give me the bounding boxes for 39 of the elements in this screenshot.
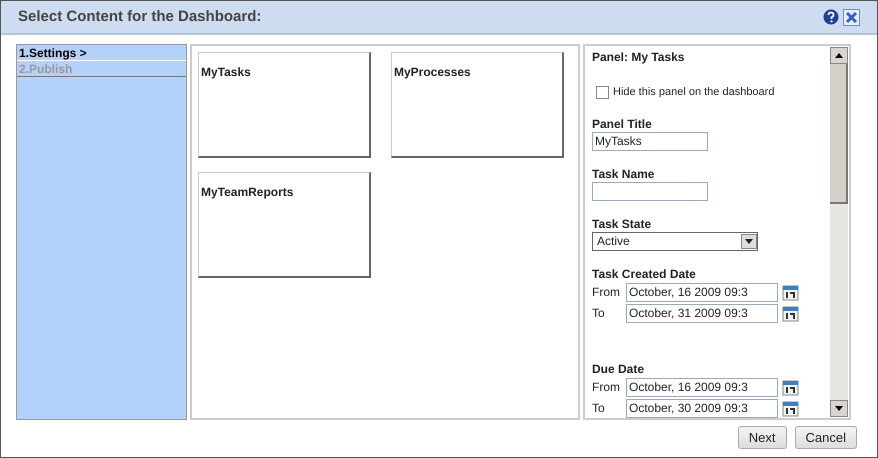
- calendar-icon[interactable]: [782, 400, 799, 416]
- panel-title: MyTeamReports: [201, 185, 294, 199]
- panel-card[interactable]: MyTasks: [198, 52, 371, 158]
- step-item[interactable]: 1.Settings >: [17, 45, 186, 61]
- field-label: Due Date: [592, 362, 646, 376]
- date-field[interactable]: October, 16 2009 09:3: [626, 282, 778, 302]
- field-label: Task Created Date: [592, 266, 697, 282]
- calendar-icon[interactable]: [782, 304, 799, 322]
- form-heading: Panel: My Tasks: [592, 49, 686, 66]
- dialog-button[interactable]: Next: [738, 426, 787, 449]
- scroll-up-icon[interactable]: [835, 53, 843, 58]
- calendar-icon[interactable]: [782, 284, 799, 300]
- panel-title: MyProcesses: [394, 65, 471, 79]
- date-field[interactable]: October, 30 2009 09:3: [626, 398, 778, 418]
- text-field[interactable]: [592, 182, 708, 200]
- date-label: From: [592, 379, 621, 396]
- help-icon[interactable]: [823, 9, 839, 25]
- checkbox[interactable]: [596, 86, 609, 99]
- calendar-icon[interactable]: [782, 378, 799, 396]
- close-icon[interactable]: [843, 8, 860, 26]
- state-select[interactable]: Active: [592, 232, 758, 250]
- text-field[interactable]: MyTasks: [592, 132, 708, 150]
- panel-card[interactable]: MyProcesses: [391, 52, 564, 158]
- panel-card[interactable]: MyTeamReports: [198, 172, 371, 278]
- checkbox-label: Hide this panel on the dashboard: [613, 85, 774, 100]
- date-field[interactable]: October, 16 2009 09:3: [626, 378, 778, 396]
- date-label: From: [592, 284, 621, 301]
- field-label: Panel Title: [592, 116, 653, 132]
- scroll-down-icon[interactable]: [835, 406, 843, 411]
- date-label: To: [592, 305, 606, 322]
- date-label: To: [592, 400, 606, 417]
- date-field[interactable]: October, 31 2009 09:3: [626, 304, 778, 322]
- panel-title: MyTasks: [201, 65, 251, 79]
- field-label: Task State: [592, 216, 652, 232]
- window-title: Select Content for the Dashboard:: [18, 6, 262, 27]
- dialog-button[interactable]: Cancel: [794, 426, 857, 449]
- dropdown-icon[interactable]: [741, 234, 757, 248]
- scrollbar[interactable]: [830, 47, 848, 417]
- field-label: Task Name: [592, 166, 656, 182]
